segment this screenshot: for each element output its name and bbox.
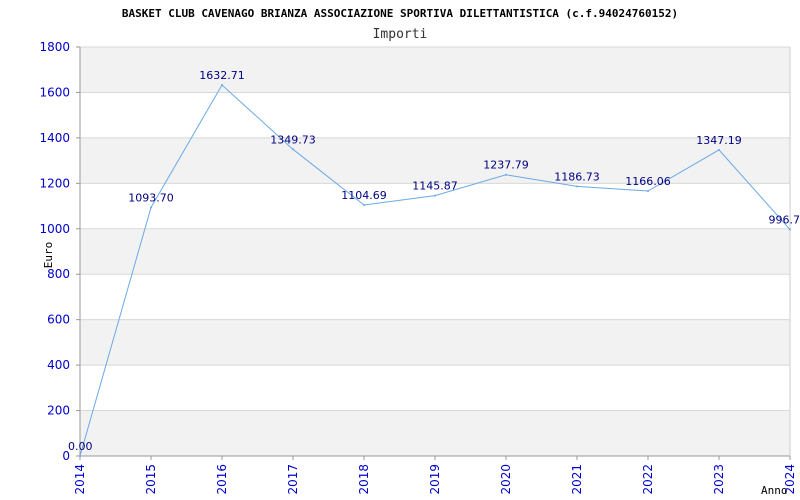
- plot-background: [80, 47, 790, 456]
- x-tick-label: 2019: [428, 464, 442, 495]
- y-tick-label: 1800: [39, 40, 70, 54]
- y-tick-label: 200: [47, 404, 70, 418]
- data-point: [363, 203, 365, 206]
- data-point: [505, 173, 507, 176]
- data-point: [221, 84, 223, 87]
- x-axis-label: Anno: [761, 484, 788, 497]
- data-label: 1347.19: [696, 134, 742, 147]
- data-label: 1237.79: [483, 159, 529, 172]
- data-label: 1145.87: [412, 180, 458, 193]
- x-tick-label: 2016: [215, 464, 229, 495]
- data-label: 0.00: [68, 440, 93, 453]
- data-label: 1632.71: [199, 69, 245, 82]
- data-label: 1104.69: [341, 189, 387, 202]
- x-tick-label: 2015: [144, 464, 158, 495]
- x-tick-label: 2018: [357, 464, 371, 495]
- data-point: [79, 455, 81, 457]
- x-tick-label: 2020: [499, 464, 513, 495]
- plot-band: [80, 319, 790, 366]
- data-point: [434, 194, 436, 197]
- data-label: 1186.73: [554, 170, 600, 183]
- data-point: [150, 206, 152, 209]
- data-label: 1093.70: [128, 191, 174, 204]
- data-point: [718, 148, 720, 151]
- y-tick-label: 400: [47, 358, 70, 372]
- data-point: [292, 148, 294, 151]
- plot-band: [80, 47, 790, 93]
- data-point: [647, 190, 649, 193]
- plot-band: [80, 410, 790, 456]
- y-tick-label: 1000: [39, 222, 70, 236]
- y-tick-label: 1400: [39, 131, 70, 145]
- y-tick-label: 1200: [39, 176, 70, 190]
- plot-band: [80, 228, 790, 275]
- y-tick-label: 1600: [39, 85, 70, 99]
- chart-subtitle: Importi: [373, 27, 428, 42]
- data-label: 1166.06: [625, 175, 671, 188]
- data-point: [576, 185, 578, 188]
- y-axis-label: Euro: [42, 242, 55, 269]
- x-tick-label: 2017: [286, 464, 300, 495]
- x-tick-label: 2022: [641, 464, 655, 495]
- data-label: 996.7: [769, 214, 800, 227]
- data-label: 1349.73: [270, 133, 316, 146]
- x-tick-label: 2014: [73, 464, 87, 495]
- x-tick-label: 2021: [570, 464, 584, 495]
- plot-band: [80, 137, 790, 184]
- data-point: [789, 228, 791, 231]
- x-axis-ticks: 2014 2015 2016 2017 2018 2019 2020 2021 2022 2023…: [73, 456, 797, 495]
- y-tick-label: 800: [47, 267, 70, 281]
- y-tick-label: 600: [47, 313, 70, 327]
- x-tick-label: 2023: [712, 464, 726, 495]
- line-chart: BASKET CLUB CAVENAGO BRIANZA ASSOCIAZION…: [39, 7, 800, 497]
- chart-title: BASKET CLUB CAVENAGO BRIANZA ASSOCIAZION…: [122, 7, 678, 20]
